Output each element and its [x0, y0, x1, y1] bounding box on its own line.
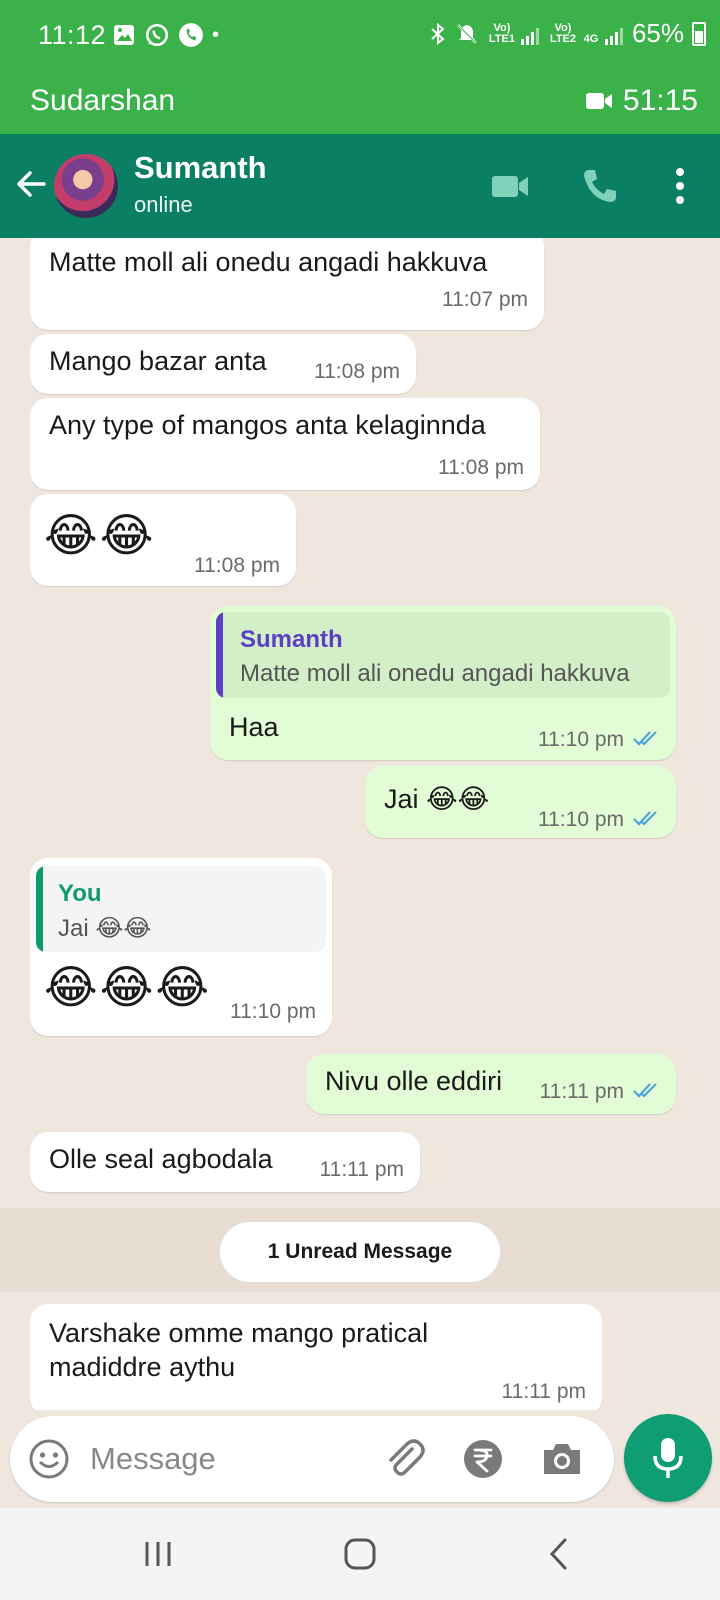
message-text: Haa: [229, 712, 279, 742]
contact-name[interactable]: Sumanth: [134, 150, 267, 186]
message-time: 11:10 pm: [538, 808, 624, 831]
message-time: 11:08 pm: [314, 360, 400, 383]
recent-apps-icon[interactable]: [138, 1536, 178, 1572]
message-time: 11:07 pm: [442, 288, 528, 311]
attach-icon[interactable]: [382, 1436, 428, 1482]
mute-icon: [457, 23, 477, 44]
message-bubble-incoming[interactable]: Olle seal agbodala 11:11 pm: [30, 1132, 420, 1192]
status-time: 11:12: [38, 20, 107, 50]
message-bubble-incoming[interactable]: Mango bazar anta 11:08 pm: [30, 334, 416, 394]
quoted-message[interactable]: Sumanth Matte moll ali onedu angadi hakk…: [216, 612, 670, 698]
video-icon[interactable]: [488, 164, 532, 208]
ongoing-call-banner[interactable]: Sudarshan 51:15: [0, 72, 720, 134]
notification-dot: •: [212, 23, 220, 46]
quote-author: You: [58, 880, 102, 907]
call-caller-name: Sudarshan: [30, 84, 176, 117]
message-text: Nivu olle eddiri: [325, 1066, 503, 1096]
read-ticks-icon: [633, 811, 657, 826]
avatar[interactable]: [54, 154, 118, 218]
whatsapp-call-icon: [179, 23, 203, 47]
phone-icon[interactable]: [578, 164, 622, 208]
mic-icon: [653, 1438, 683, 1478]
message-text-line-1: Varshake omme mango pratical: [49, 1318, 429, 1348]
message-time: 11:10 pm: [538, 728, 624, 751]
message-emoji: 😂😂: [44, 508, 156, 562]
emoji-icon[interactable]: [28, 1438, 70, 1480]
gallery-icon: [114, 25, 134, 45]
back-icon[interactable]: [540, 1536, 580, 1572]
rupee-icon[interactable]: [462, 1438, 504, 1480]
contact-status: online: [134, 192, 193, 217]
message-text: Jai 😂😂: [384, 784, 490, 814]
quoted-message[interactable]: You Jai 😂😂: [36, 866, 326, 952]
status-right: Vo) LTE1 Vo) LTE2 4G 65%: [429, 18, 706, 49]
read-ticks-icon: [633, 1083, 657, 1098]
quote-bar: [216, 612, 223, 698]
network-1-label: Vo) LTE1: [488, 21, 515, 45]
system-navigation-bar: [0, 1508, 720, 1600]
call-timer: 51:15: [585, 84, 698, 118]
quote-bar: [36, 866, 43, 952]
message-text: Matte moll ali onedu angadi hakkuva: [49, 247, 488, 277]
message-composer: [10, 1416, 614, 1502]
video-call-icon: [585, 93, 612, 109]
message-time: 11:11 pm: [501, 1380, 586, 1403]
message-bubble-incoming[interactable]: Matte moll ali onedu angadi hakkuva 11:0…: [30, 238, 544, 330]
message-time: 11:11 pm: [539, 1080, 624, 1103]
quote-text: Jai 😂😂: [58, 915, 152, 942]
message-bubble-outgoing[interactable]: Nivu olle eddiri 11:11 pm: [306, 1054, 676, 1114]
status-bar: 11:12 • Vo) LTE1 Vo) LTE2 4G 65%: [0, 0, 720, 72]
message-text-line-2: madiddre aythu: [49, 1352, 236, 1382]
more-options-icon[interactable]: [658, 164, 702, 208]
signal-icon: [520, 27, 539, 45]
battery-percent: 65%: [631, 18, 684, 48]
chat-messages[interactable]: Matte moll ali onedu angadi hakkuva 11:0…: [0, 238, 720, 1410]
message-text: Mango bazar anta: [49, 346, 267, 376]
read-ticks-icon: [633, 731, 657, 746]
message-bubble-incoming[interactable]: Any type of mangos anta kelaginnda 11:08…: [30, 398, 540, 490]
camera-icon[interactable]: [540, 1438, 584, 1480]
message-emoji: 😂😂😂: [44, 960, 212, 1014]
call-timer-text: 51:15: [622, 84, 698, 117]
back-arrow-icon[interactable]: [12, 164, 52, 204]
battery-icon: [692, 21, 706, 46]
message-text: Any type of mangos anta kelaginnda: [49, 410, 486, 440]
signal-icon: [604, 27, 623, 45]
unread-divider: 1 Unread Message: [0, 1208, 720, 1292]
quote-author: Sumanth: [240, 626, 343, 653]
message-text: Olle seal agbodala: [49, 1144, 273, 1174]
message-input[interactable]: [90, 1434, 360, 1484]
network-1: Vo) LTE1: [487, 21, 540, 45]
message-time: 11:08 pm: [438, 456, 524, 479]
message-time: 11:10 pm: [230, 1000, 316, 1023]
message-time: 11:11 pm: [319, 1158, 404, 1181]
chat-header: Sumanth online: [0, 134, 720, 238]
message-time: 11:08 pm: [194, 554, 280, 577]
quote-text: Matte moll ali onedu angadi hakkuva: [240, 660, 630, 687]
message-bubble-outgoing[interactable]: Jai 😂😂 11:10 pm: [365, 766, 676, 838]
network-2-label: Vo) LTE2: [549, 21, 576, 45]
unread-count-pill: 1 Unread Message: [220, 1222, 500, 1282]
message-bubble-incoming[interactable]: Varshake omme mango pratical madiddre ay…: [30, 1304, 602, 1410]
home-icon[interactable]: [340, 1536, 380, 1572]
message-bubble-incoming[interactable]: You Jai 😂😂 😂😂😂 11:10 pm: [30, 858, 332, 1036]
network-type: 4G: [583, 32, 599, 45]
message-bubble-outgoing[interactable]: Sumanth Matte moll ali onedu angadi hakk…: [210, 606, 676, 760]
message-bubble-incoming[interactable]: 😂😂 11:08 pm: [30, 494, 296, 586]
status-left-icons: •: [112, 22, 219, 48]
mic-button[interactable]: [624, 1414, 712, 1502]
bluetooth-icon: [431, 22, 445, 45]
whatsapp-icon: [145, 23, 169, 47]
network-2: Vo) LTE2 4G: [548, 21, 624, 45]
